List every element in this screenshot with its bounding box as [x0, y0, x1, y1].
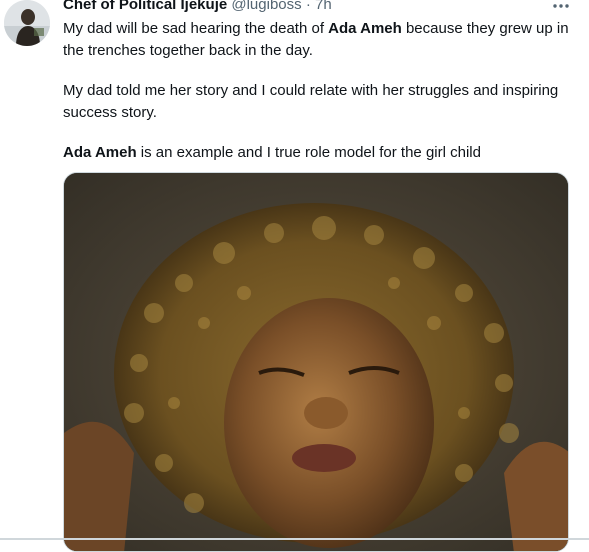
bold-name: Ada Ameh — [328, 20, 402, 37]
tweet-paragraph-3: Ada Ameh is an example and I true role m… — [63, 142, 575, 164]
display-name[interactable]: Chef of Political Ijekuje — [63, 0, 227, 13]
separator-dot: · — [305, 0, 311, 13]
tweet-text: My dad will be sad hearing the death of … — [63, 18, 575, 164]
paragraph-3-text: is an example and I true role model for … — [136, 144, 481, 161]
tweet-photo[interactable] — [63, 172, 569, 552]
more-options-button[interactable] — [551, 0, 571, 14]
photo-image — [64, 173, 568, 551]
user-handle[interactable]: @lugiboss — [231, 0, 301, 13]
tweet-paragraph-2: My dad told me her story and I could rel… — [63, 82, 559, 121]
avatar-image — [4, 0, 50, 46]
tweet-timestamp[interactable]: 7h — [315, 0, 332, 13]
bold-name: Ada Ameh — [63, 144, 137, 161]
paragraph-1-text-a: My dad will be sad hearing the death of — [63, 20, 329, 37]
more-horizontal-icon — [553, 4, 569, 8]
tweet[interactable]: Chef of Political Ijekuje @lugiboss · 7h… — [0, 0, 589, 552]
avatar[interactable] — [4, 0, 50, 46]
tweet-header: Chef of Political Ijekuje @lugiboss · 7h — [63, 0, 559, 15]
tweet-paragraph-1: My dad will be sad hearing the death of … — [63, 18, 575, 62]
